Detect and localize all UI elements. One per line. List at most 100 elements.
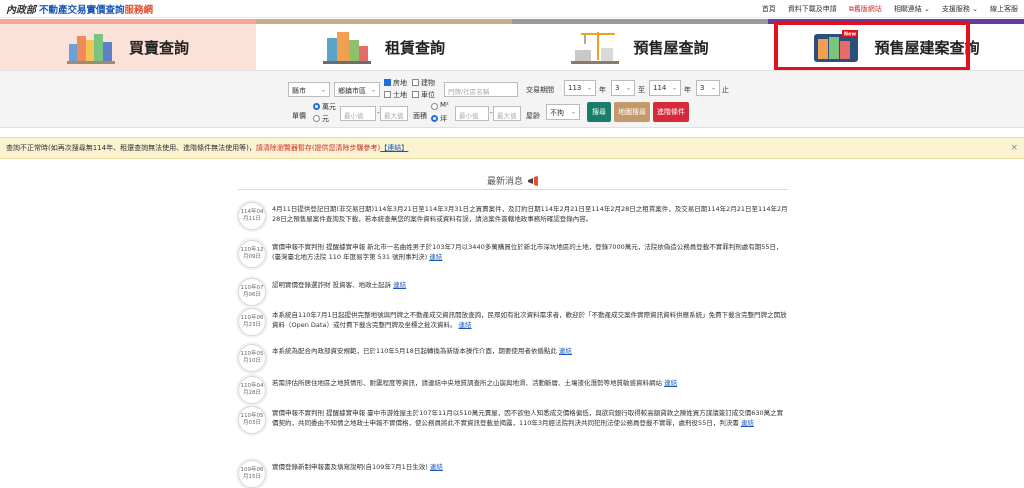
site-logo[interactable]: 內政部 不動產交易實價查詢服務網 (6, 1, 154, 17)
news-link[interactable]: 連結 (559, 347, 572, 355)
construction-crane-icon (571, 32, 620, 64)
news-date: 110年05 月03日 (238, 406, 266, 434)
unit-m2-radio[interactable] (431, 103, 438, 110)
news-date-day: 月03日 (243, 420, 261, 426)
news-text: 認明實價登錄選詐財 投資客、地政士起訴 連結 (272, 278, 406, 306)
news-date-year: 110年12 (240, 247, 264, 254)
price-max-input[interactable]: 最大值 (380, 106, 408, 121)
news-date: 109年06 月15日 (238, 460, 266, 488)
news-link[interactable]: 連結 (393, 281, 406, 289)
nav-download[interactable]: 資料下載及申請 (788, 4, 837, 14)
to-year-select[interactable]: 114 (649, 80, 681, 96)
highlight-box (774, 21, 970, 71)
news-body: 本系統為配合內政部資安規範，已於110年5月18日起轉換為新版本操作介面，期要使… (272, 347, 557, 355)
tab-sale[interactable]: 買賣查詢 (0, 19, 256, 70)
news-body: 4月11日提供登記日期(非交易日期)114年3月21日至114年3月31日之買賣… (272, 205, 788, 223)
tab-rent[interactable]: 租賃查詢 (256, 19, 512, 70)
news-link[interactable]: 連結 (459, 321, 472, 329)
type-house-land-checkbox[interactable] (384, 79, 391, 86)
close-icon[interactable]: × (1010, 143, 1018, 153)
news-heading: 最新消息 (238, 172, 788, 190)
age-select[interactable]: 不拘 (546, 104, 580, 120)
news-item: 110年07 月06日 認明實價登錄選詐財 投資客、地政士起訴 連結 (238, 278, 788, 306)
news-text: 實價申報不實判刑 提醒據實申報 臺中市游姓屋主於107年11月以510萬元賣屋，… (272, 406, 788, 434)
tab-presale-project[interactable]: New 預售屋建案查詢 (768, 19, 1024, 71)
news-date-day: 月10日 (243, 358, 261, 364)
type-building-checkbox[interactable] (412, 79, 419, 86)
news-title: 最新消息 (486, 177, 523, 187)
unit-yuan-label: 元 (322, 115, 329, 123)
megaphone-icon (528, 175, 538, 186)
news-date-year: 110年06 (240, 315, 264, 322)
unit-ping-label: 坪 (440, 115, 447, 123)
map-search-button[interactable]: 地圖搜尋 (614, 102, 650, 122)
price-min-input[interactable]: 最小值 (340, 106, 376, 121)
news-link[interactable]: 連結 (664, 379, 677, 387)
nav-home[interactable]: 首頁 (762, 4, 776, 14)
nav-online-service[interactable]: 線上客服 (990, 4, 1018, 14)
notice-banner: 查詢不正常時(如再次搜尋無114年、租還查詢無法使用、進階條件無法使用等)， 請… (0, 137, 1024, 159)
news-body: 本系統自110年7月1日起提供完整地號與門牌之不動產成交資訊開放查詢，民眾如有批… (272, 311, 787, 329)
tab-presale[interactable]: 預售屋查詢 (512, 19, 768, 70)
unit-wan-label: 萬元 (322, 103, 336, 111)
type-parking-checkbox[interactable] (412, 91, 419, 98)
tab-presale-label: 預售屋查詢 (633, 38, 709, 57)
notice-text: 查詢不正常時(如再次搜尋無114年、租還查詢無法使用、進階條件無法使用等)， (6, 144, 256, 152)
unit-yuan-radio[interactable] (313, 115, 320, 122)
moi-logo: 內政部 (6, 5, 36, 16)
news-date: 110年12 月09日 (238, 240, 266, 268)
type-land-checkbox[interactable] (384, 91, 391, 98)
from-year-unit: 年 (599, 86, 606, 94)
unit-ping-radio[interactable] (431, 115, 438, 122)
news-item: 109年06 月15日 實價登錄新制申報書及填寫說明(自109年7月1日生效) 連結 (238, 460, 788, 488)
news-body: 實價登錄新制申報書及填寫說明(自109年7月1日生效) (272, 463, 428, 471)
to-label: 至 (638, 86, 645, 94)
price-label: 單價 (292, 112, 306, 120)
period-label: 交易期間 (526, 86, 554, 94)
type-house-land-label: 房地 (393, 79, 407, 87)
news-link[interactable]: 連結 (429, 253, 442, 261)
news-date: 110年04 月28日 (238, 376, 266, 404)
nav-old-site[interactable]: ⧉舊版網站 (849, 4, 882, 14)
notice-link[interactable]: 【連結】 (380, 143, 408, 153)
from-year-select[interactable]: 113 (564, 80, 596, 96)
unit-m2-label: M² (440, 101, 449, 109)
to-month-select[interactable]: 3 (696, 80, 720, 96)
news-item: 110年05 月10日 本系統為配合內政部資安規範，已於110年5月18日起轉換為新… (238, 344, 788, 372)
nav-support[interactable]: 支援服務 ⌄ (942, 4, 978, 14)
advanced-conditions-button[interactable]: 進階條件 (653, 102, 689, 122)
news-date: 110年07 月06日 (238, 278, 266, 306)
type-parking-label: 車位 (421, 91, 435, 99)
news-text: 4月11日提供登記日期(非交易日期)114年3月21日至114年3月31日之買賣… (272, 202, 788, 230)
district-select[interactable]: 鄉鎮市區 (334, 82, 380, 97)
news-link[interactable]: 連結 (741, 419, 754, 427)
notice-reference: (提供您清除步驟參考) (311, 144, 381, 152)
news-date-year: 109年06 (240, 467, 264, 474)
search-bar: 縣市 鄉鎮市區 房地 建物 土地 車位 門牌/社區名稱 交易期間 113 年 3… (0, 70, 1024, 128)
news-text: 若需評估所居住地區之地質情形、耐震程度等資訊，請連結中央地質調查所之山崩與地滑、… (272, 376, 677, 404)
news-date-day: 月23日 (243, 322, 261, 328)
news-date-day: 月11日 (243, 216, 261, 222)
unit-wan-radio[interactable] (313, 103, 320, 110)
news-item: 110年12 月09日 實價申報不實判刑 提醒據實申報 新北市一名曲姓男子於103年… (238, 240, 788, 268)
news-date-year: 114年04 (240, 209, 264, 216)
news-item: 110年06 月23日 本系統自110年7月1日起提供完整地號與門牌之不動產成交資訊… (238, 308, 788, 336)
address-input[interactable]: 門牌/社區名稱 (444, 82, 518, 97)
area-max-input[interactable]: 最大值 (493, 106, 521, 121)
from-month-select[interactable]: 3 (611, 80, 635, 96)
news-date-day: 月28日 (243, 390, 261, 396)
area-label: 面積 (413, 112, 427, 120)
news-text: 本系統自110年7月1日起提供完整地號與門牌之不動產成交資訊開放查詢，民眾如有批… (272, 308, 788, 336)
to-year-unit: 年 (684, 86, 691, 94)
tab-rent-label: 租賃查詢 (384, 38, 445, 57)
site-title: 不動產交易實價查詢服務網 (39, 4, 154, 16)
news-item: 114年04 月11日 4月11日提供登記日期(非交易日期)114年3月21日至11… (238, 202, 788, 230)
nav-related-links[interactable]: 相關連結 ⌄ (894, 4, 930, 14)
news-item: 110年05 月03日 實價申報不實判刑 提醒據實申報 臺中市游姓屋主於107年11… (238, 406, 788, 434)
search-button[interactable]: 搜尋 (587, 102, 611, 122)
city-select[interactable]: 縣市 (288, 82, 330, 97)
news-date-year: 110年05 (240, 413, 264, 420)
city-buildings-icon (66, 34, 115, 64)
news-link[interactable]: 連結 (430, 463, 443, 471)
area-min-input[interactable]: 最小值 (455, 106, 489, 121)
